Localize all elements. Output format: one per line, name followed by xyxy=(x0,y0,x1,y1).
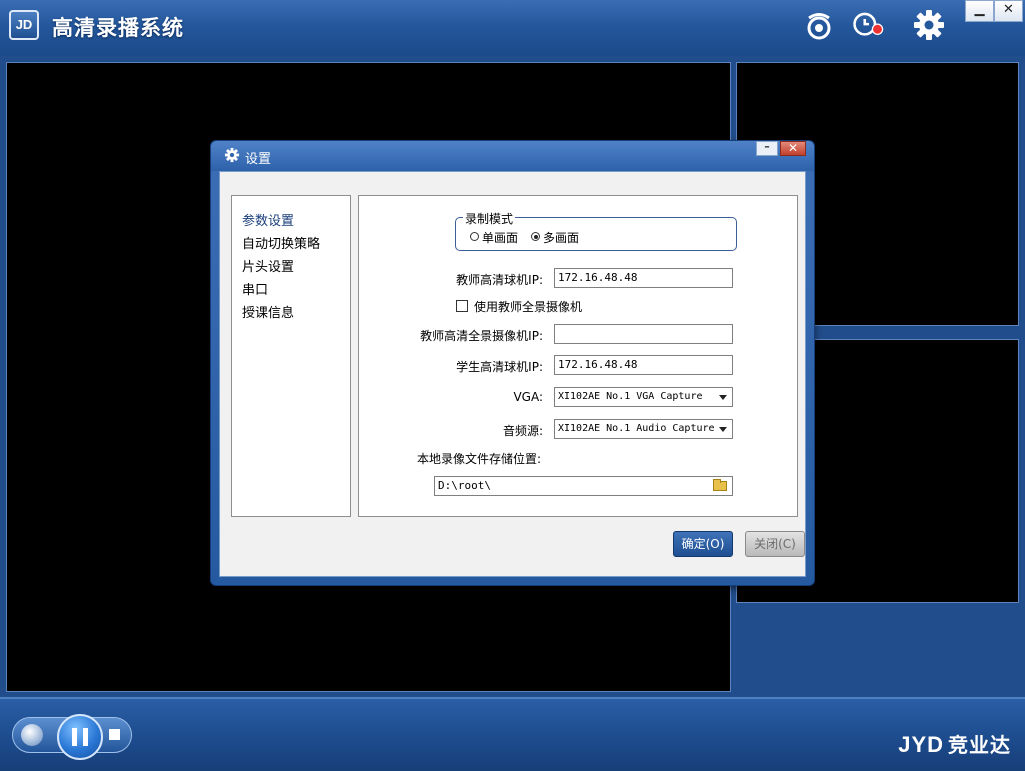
seek-icon[interactable] xyxy=(21,724,43,746)
window-close-button[interactable]: ✕ xyxy=(994,0,1023,22)
vga-select[interactable]: XI102AE No.1 VGA Capture xyxy=(554,387,733,407)
radio-label: 多画面 xyxy=(543,231,580,245)
audio-source-label: 音频源: xyxy=(502,424,543,438)
nav-item-serial[interactable]: 串口 xyxy=(242,279,268,298)
close-icon: ✕ xyxy=(1003,2,1014,17)
brand-logo-text: JYD xyxy=(898,732,944,757)
record-status-icon[interactable] xyxy=(852,8,886,42)
nav-item-params[interactable]: 参数设置 xyxy=(242,210,294,229)
dialog-body: 参数设置 自动切换策略 片头设置 串口 授课信息 录制模式 单画面 多画面 教师… xyxy=(219,171,806,577)
chevron-down-icon xyxy=(719,427,727,432)
dialog-minimize-icon: – xyxy=(764,140,770,153)
pause-icon xyxy=(72,728,77,746)
ok-button[interactable]: 确定(O) xyxy=(673,531,733,557)
teacher-hd-ip-label: 教师高清球机IP: xyxy=(456,273,543,287)
app-logo: JD xyxy=(9,10,39,40)
minimize-icon: ▁ xyxy=(974,2,985,17)
teacher-panorama-ip-label: 教师高清全景摄像机IP: xyxy=(420,329,543,343)
radio-label: 单画面 xyxy=(482,231,519,245)
settings-nav: 参数设置 自动切换策略 片头设置 串口 授课信息 xyxy=(231,195,351,517)
settings-dialog: 设置 – ✕ 参数设置 自动切换策略 片头设置 串口 授课信息 录制模式 单画面… xyxy=(210,140,815,586)
nav-item-course-info[interactable]: 授课信息 xyxy=(242,302,294,321)
use-teacher-panorama-label: 使用教师全景摄像机 xyxy=(474,300,583,314)
brand-name: 竞业达 xyxy=(948,733,1011,757)
dialog-gear-icon xyxy=(224,147,240,163)
audio-source-selected-value: XI102AE No.1 Audio Capture xyxy=(558,423,715,434)
dialog-minimize-button[interactable]: – xyxy=(756,141,778,156)
radio-single-view[interactable]: 单画面 xyxy=(470,229,518,246)
audio-source-select[interactable]: XI102AE No.1 Audio Capture xyxy=(554,419,733,439)
teacher-panorama-ip-input[interactable] xyxy=(554,324,733,344)
params-panel: 录制模式 单画面 多画面 教师高清球机IP: 172.16.48.48 使用教师… xyxy=(358,195,798,517)
record-icon[interactable] xyxy=(802,8,836,42)
student-hd-ip-input[interactable]: 172.16.48.48 xyxy=(554,355,733,375)
radio-indicator xyxy=(470,232,479,241)
dialog-title: 设置 xyxy=(245,152,272,167)
close-button[interactable]: 关闭(C) xyxy=(745,531,805,557)
dialog-close-icon: ✕ xyxy=(787,141,799,155)
nav-item-intro[interactable]: 片头设置 xyxy=(242,256,294,275)
bottom-control-bar: JYD 竞业达 xyxy=(0,697,1025,771)
playback-controls xyxy=(12,714,132,760)
storage-location-label: 本地录像文件存储位置: xyxy=(417,452,542,466)
vga-label: VGA: xyxy=(513,390,543,404)
storage-location-value: D:\root\ xyxy=(438,479,491,492)
app-title: 高清录播系统 xyxy=(52,16,184,40)
nav-item-auto-switch[interactable]: 自动切换策略 xyxy=(242,233,320,252)
radio-indicator xyxy=(531,232,540,241)
record-mode-legend: 录制模式 xyxy=(463,210,516,227)
use-teacher-panorama-checkbox[interactable] xyxy=(456,300,468,312)
stop-icon xyxy=(109,729,120,740)
pause-button[interactable] xyxy=(57,714,103,760)
main-titlebar: JD 高清录播系统 ▁ ✕ xyxy=(0,0,1025,57)
chevron-down-icon xyxy=(719,395,727,400)
dialog-titlebar[interactable]: 设置 – ✕ xyxy=(211,141,814,171)
radio-multi-view[interactable]: 多画面 xyxy=(531,229,579,246)
gear-icon[interactable] xyxy=(912,8,946,42)
storage-location-input[interactable]: D:\root\ xyxy=(434,476,733,496)
dialog-close-button[interactable]: ✕ xyxy=(780,141,806,156)
vga-selected-value: XI102AE No.1 VGA Capture xyxy=(558,391,703,402)
folder-icon[interactable] xyxy=(713,479,727,491)
stop-button[interactable] xyxy=(104,724,126,746)
record-mode-group: 录制模式 单画面 多画面 xyxy=(455,210,737,251)
teacher-hd-ip-input[interactable]: 172.16.48.48 xyxy=(554,268,733,288)
brand-logo: JYD 竞业达 xyxy=(898,729,1011,758)
window-minimize-button[interactable]: ▁ xyxy=(965,0,994,22)
student-hd-ip-label: 学生高清球机IP: xyxy=(456,360,543,374)
